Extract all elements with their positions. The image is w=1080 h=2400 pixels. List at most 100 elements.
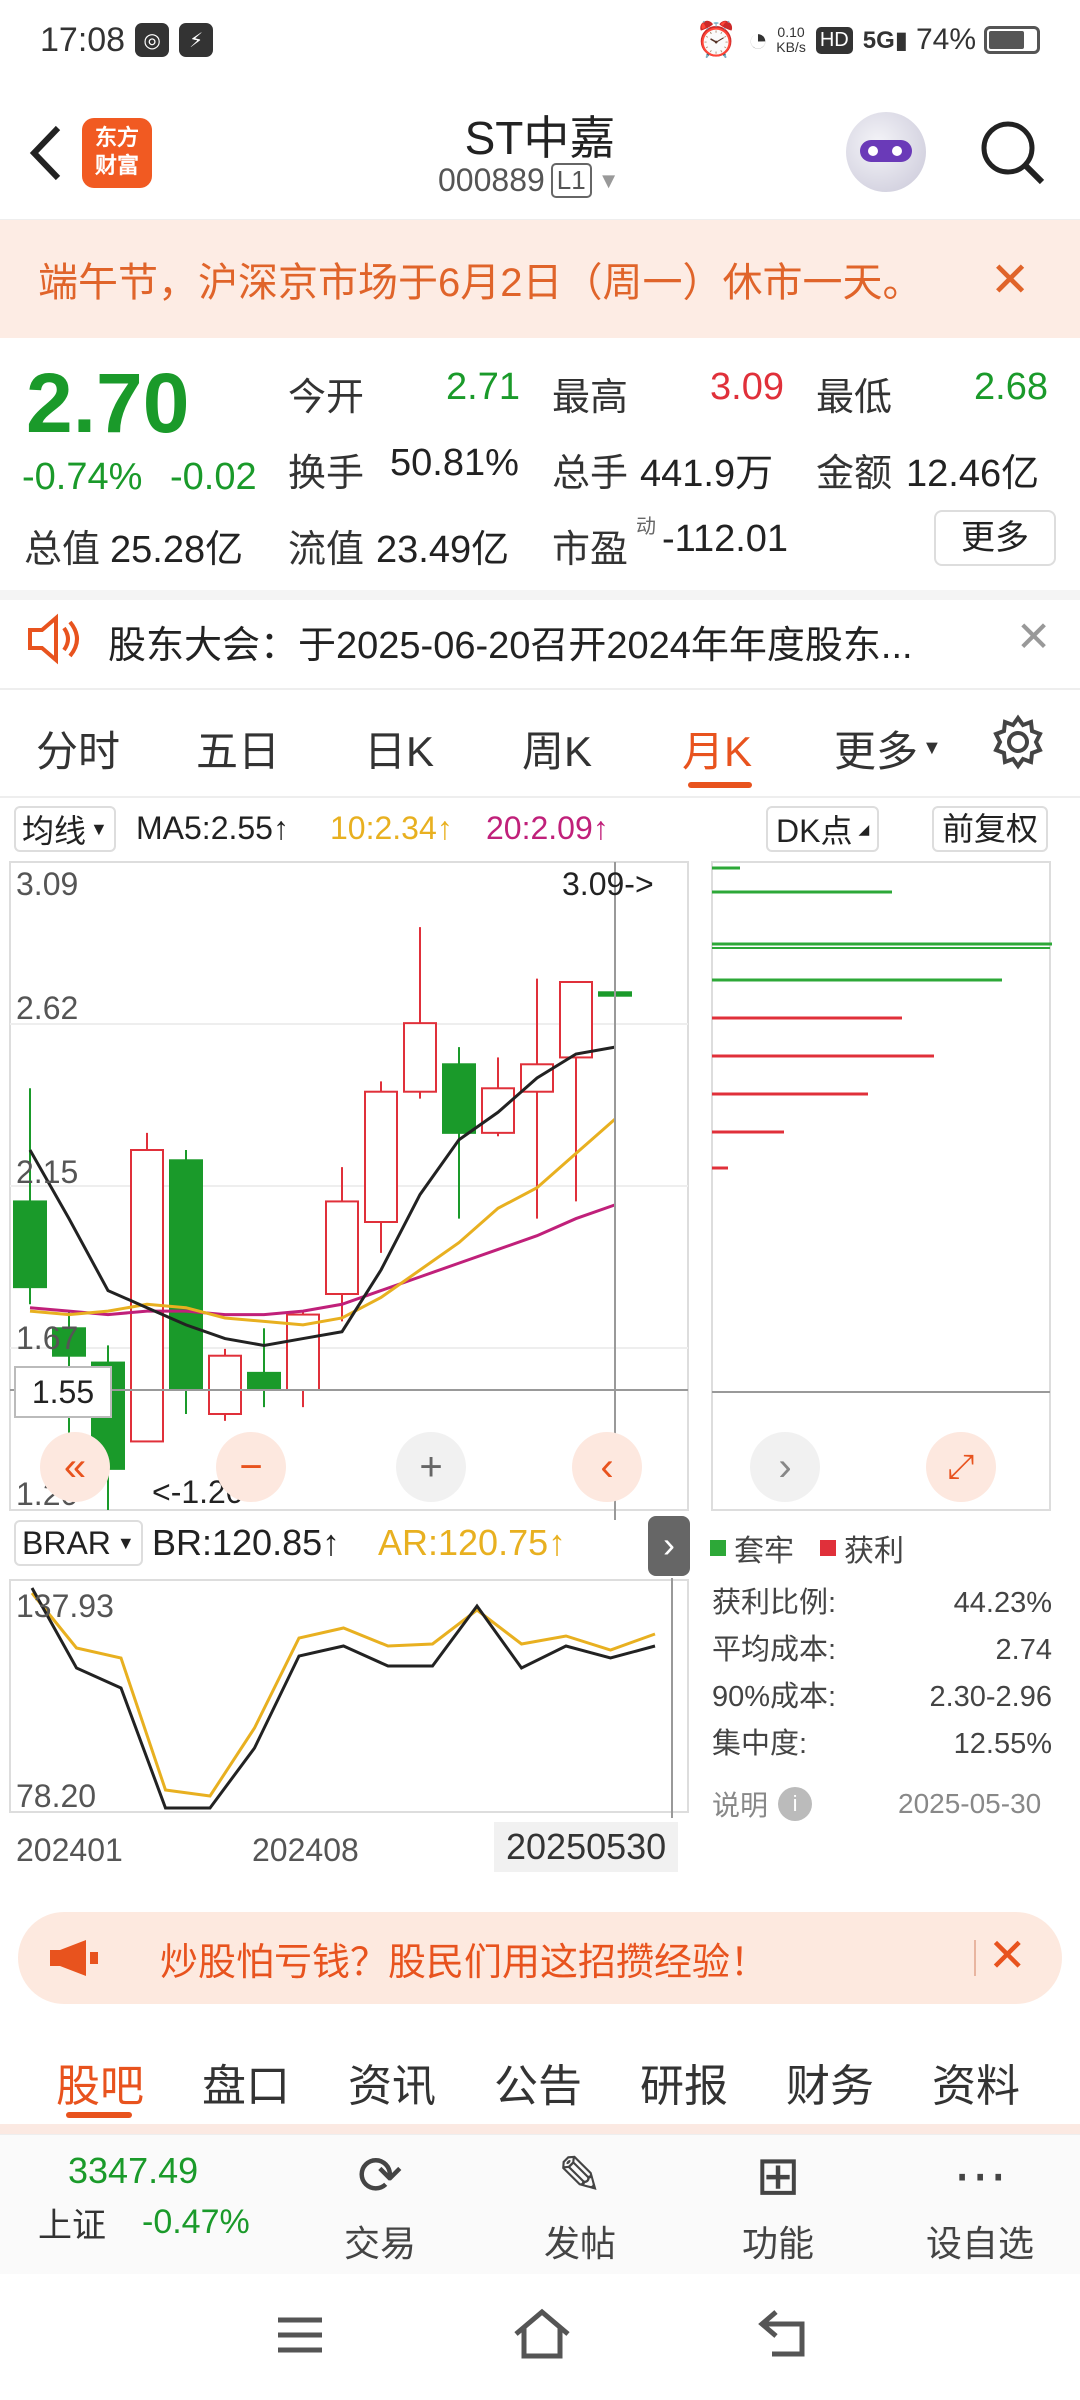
brar-top-label: 137.93 xyxy=(16,1588,114,1624)
note-label: 说明 xyxy=(712,1790,769,1821)
locked-swatch xyxy=(710,1540,726,1556)
cost-row: 平均成本: 2.74 xyxy=(712,1634,1052,1666)
expand-icon[interactable]: ⤢ xyxy=(926,1432,996,1502)
tab-profile[interactable]: 资料 xyxy=(932,2050,1020,2114)
kline-chart[interactable] xyxy=(0,860,700,1520)
zoom-out-icon[interactable]: − xyxy=(216,1432,286,1502)
ma5-legend: MA5:2.55↑ xyxy=(136,810,289,846)
grid-icon: ⊞ xyxy=(755,2146,801,2206)
change-amount: -0.02 xyxy=(170,456,257,498)
announcement-text[interactable]: 股东大会：于2025-06-20召开2024年年度股东... xyxy=(108,614,913,669)
tab-order-book[interactable]: 盘口 xyxy=(202,2050,290,2114)
ar-line xyxy=(30,1592,656,1798)
home-icon[interactable] xyxy=(510,2304,574,2364)
ma20-line xyxy=(29,1203,616,1317)
indicator-select[interactable]: BRAR ▼ xyxy=(14,1520,143,1566)
divider xyxy=(0,796,1080,798)
next-icon[interactable]: › xyxy=(750,1432,820,1502)
open-value: 2.71 xyxy=(446,366,520,408)
battery-percent: 74% xyxy=(915,23,976,56)
amount-value: 12.46亿 xyxy=(906,453,1040,495)
promo-banner[interactable]: 炒股怕亏钱？股民们用这招攒经验！ xyxy=(18,1912,1062,2004)
cost-note[interactable]: 说明 i xyxy=(712,1784,813,1824)
pe-label: 市盈 xyxy=(552,529,629,571)
net-speed: 0.10 xyxy=(777,24,805,40)
search-icon[interactable] xyxy=(978,118,1048,188)
tab-announcements[interactable]: 公告 xyxy=(494,2050,582,2114)
close-announcement-icon[interactable]: ✕ xyxy=(1016,612,1051,661)
expand-panel-icon[interactable]: › xyxy=(648,1516,690,1576)
open-label: 今开 xyxy=(288,377,365,419)
br-legend: BR:120.85↑ xyxy=(152,1522,341,1563)
adjust-button[interactable]: 前复权 xyxy=(932,806,1049,852)
cost-legend: 套牢 获利 xyxy=(710,1526,904,1570)
zoom-in-icon[interactable]: + xyxy=(396,1432,466,1502)
stock-code-selector[interactable]: 000889 L1 ▼ xyxy=(438,162,619,199)
cost-row: 获利比例: 44.23% xyxy=(712,1587,1052,1619)
br-line xyxy=(30,1587,656,1810)
post-button[interactable]: ✎ 发帖 xyxy=(530,2144,630,2267)
dk-point-select[interactable]: DK点 ◢ xyxy=(766,806,880,852)
features-button[interactable]: ⊞ 功能 xyxy=(728,2144,828,2267)
float-label: 流值 xyxy=(288,529,365,571)
tab-stock-forum[interactable]: 股吧 xyxy=(56,2050,144,2114)
turnover-label: 换手 xyxy=(288,453,365,495)
mktcap-label: 总值 xyxy=(24,529,101,571)
candle-body xyxy=(13,1200,47,1289)
profit-legend: 获利 xyxy=(844,1535,904,1568)
menu-icon[interactable] xyxy=(270,2310,330,2360)
tab-more[interactable]: 更多 ▼ xyxy=(834,718,942,779)
locked-legend: 套牢 xyxy=(734,1535,794,1568)
tab-five-day[interactable]: 五日 xyxy=(196,718,280,779)
tab-active-indicator xyxy=(688,782,752,788)
promo-text: 炒股怕亏钱？股民们用这招攒经验！ xyxy=(160,1941,769,1984)
tab-intraday[interactable]: 分时 xyxy=(36,718,120,779)
tab-news[interactable]: 资讯 xyxy=(348,2050,436,2114)
candle-body xyxy=(403,1022,437,1093)
cost-stats: 获利比例: 44.23% 平均成本: 2.74 90%成本: 2.30-2.96 集中… xyxy=(712,1580,1052,1768)
ma-select-label: 均线 xyxy=(22,813,87,849)
holiday-notice-text: 端午节，沪深京市场于6月2日（周一）休市一天。 xyxy=(38,261,923,305)
current-date-label: 20250530 xyxy=(494,1822,679,1872)
tab-monthly-k[interactable]: 月K xyxy=(682,718,752,779)
more-button[interactable]: 更多 xyxy=(934,510,1056,566)
tab-finance[interactable]: 财务 xyxy=(786,2050,874,2114)
candle-body xyxy=(169,1159,203,1391)
prev-icon[interactable]: ‹ xyxy=(572,1432,642,1502)
megaphone-icon xyxy=(46,1938,102,1978)
close-promo-icon[interactable]: ✕ xyxy=(988,1928,1027,1982)
tab-weekly-k[interactable]: 周K xyxy=(522,718,592,779)
tab-research[interactable]: 研报 xyxy=(640,2050,728,2114)
back-nav-icon[interactable] xyxy=(754,2304,818,2364)
low-value: 2.68 xyxy=(974,366,1048,408)
ma10-legend: 10:2.34↑ xyxy=(330,810,453,846)
candle-body xyxy=(442,1063,476,1134)
speaker-icon xyxy=(24,612,84,666)
app-notification-icon: ◎ xyxy=(135,23,170,57)
volume-value: 441.9万 xyxy=(640,453,774,495)
trade-button[interactable]: ⟳ 交易 xyxy=(330,2144,430,2267)
index-ticker[interactable]: 3347.49 上证 -0.47% xyxy=(38,2150,278,2247)
dk-label: DK点 xyxy=(776,813,853,849)
pe-superscript: 动 xyxy=(636,516,656,538)
hd-icon: HD xyxy=(815,26,853,54)
cost-date: 2025-05-30 xyxy=(898,1788,1042,1819)
robot-avatar-icon[interactable] xyxy=(846,112,926,192)
add-watchlist-button[interactable]: ⋯ 设自选 xyxy=(920,2144,1040,2267)
caret-down-icon: ▼ xyxy=(922,737,942,759)
tab-daily-k[interactable]: 日K xyxy=(364,718,434,779)
close-notice-icon[interactable]: ✕ xyxy=(990,252,1030,308)
ar-legend: AR:120.75↑ xyxy=(378,1522,567,1563)
signal-icon: 5G▮ xyxy=(862,26,908,54)
mktcap-value: 25.28亿 xyxy=(110,529,244,571)
yen-refresh-icon: ⟳ xyxy=(357,2146,403,2206)
scroll-left-icon[interactable]: « xyxy=(40,1432,110,1502)
gear-icon[interactable] xyxy=(990,714,1046,770)
status-bar: 17:08 ◎ ⚡ ⏰ ◔ 0.10 KB/s HD 5G▮ 74% xyxy=(0,0,1080,80)
holiday-notice-banner: 端午节，沪深京市场于6月2日（周一）休市一天。 xyxy=(0,220,1080,338)
ma-select[interactable]: 均线 ▼ xyxy=(14,806,116,852)
divider xyxy=(0,590,1080,600)
float-value: 23.49亿 xyxy=(376,529,510,571)
turnover-value: 50.81% xyxy=(390,442,519,484)
crosshair-value-label: 1.55 xyxy=(14,1366,112,1418)
